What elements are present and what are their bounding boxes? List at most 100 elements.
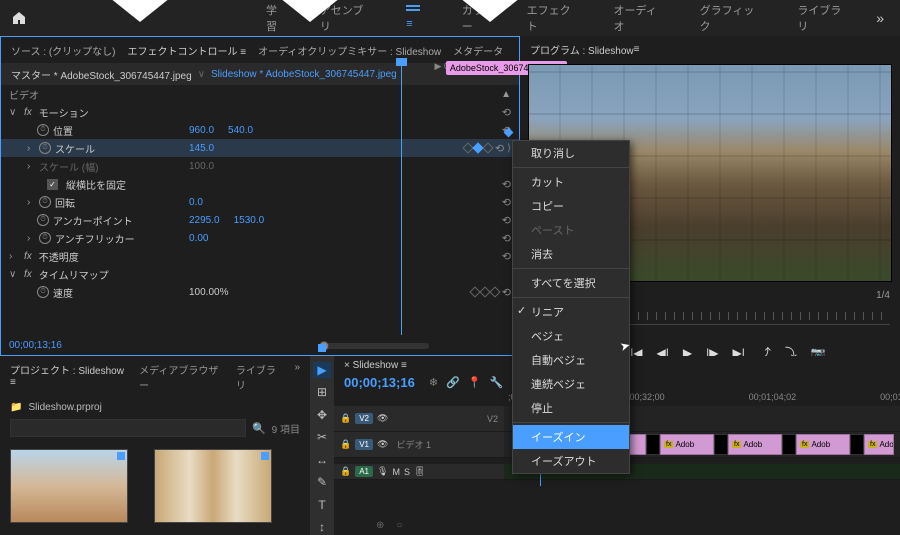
context-menu: 取り消しカットコピーペースト消去すべてを選択リニアベジェ自動ベジェ連続ベジェ停止…	[512, 140, 630, 474]
tab-library[interactable]: ライブラリ	[236, 362, 285, 392]
track-select-tool-icon[interactable]: ⊞	[313, 385, 331, 401]
master-clip-label: マスター * AdobeStock_306745447.jpeg	[11, 67, 192, 82]
timeline-clip[interactable]: fxAdob	[864, 434, 894, 455]
project-thumbnail[interactable]	[10, 449, 128, 523]
stopwatch-icon[interactable]: ⏱	[37, 286, 49, 298]
menu-item[interactable]: リニア	[513, 300, 629, 324]
slip-tool-icon[interactable]: ↔	[313, 452, 331, 468]
bin-icon[interactable]: 📁	[10, 402, 22, 413]
overflow-icon[interactable]: »	[868, 10, 892, 26]
tab-metadata[interactable]: メタデータ	[453, 43, 503, 58]
prop-uniform: 縦横比を固定	[66, 177, 126, 192]
timeline-clip[interactable]	[782, 434, 796, 455]
timeremap-group[interactable]: タイムリマップ	[39, 267, 109, 282]
tab-effect-controls[interactable]: エフェクトコントロール ≡	[128, 43, 247, 58]
ripple-tool-icon[interactable]: ✥	[313, 407, 331, 423]
menu-item[interactable]: ベジェ	[513, 324, 629, 348]
menu-item[interactable]: イーズイン	[513, 425, 629, 449]
pen-tool-icon[interactable]: ✎	[313, 475, 331, 491]
selection-tool-icon[interactable]: ▶	[313, 362, 331, 378]
anchor-y[interactable]: 1530.0	[234, 215, 265, 226]
workspace-editing[interactable]: ≡	[394, 0, 441, 38]
prop-scale-width: スケール (幅)	[39, 159, 98, 174]
sequence-name[interactable]: × Slideshow ≡	[344, 360, 407, 371]
hand-tool-icon[interactable]: ↕	[313, 520, 331, 535]
position-y[interactable]: 540.0	[228, 125, 253, 136]
timeline-clip[interactable]	[646, 434, 660, 455]
timeline-clip[interactable]: fxAdob	[796, 434, 850, 455]
stopwatch-icon[interactable]: ⏱	[39, 196, 51, 208]
menu-item[interactable]: イーズアウト	[513, 449, 629, 473]
menu-item[interactable]: 連続ベジェ	[513, 372, 629, 396]
prop-rotation: 回転	[55, 195, 75, 210]
snap-icon[interactable]: ❄	[429, 376, 438, 389]
prop-position: 位置	[53, 123, 73, 138]
prop-antiflicker: アンチフリッカー	[55, 231, 135, 246]
speed-value[interactable]: 100.00%	[189, 287, 228, 298]
effect-controls-panel: ソース : (クリップなし) エフェクトコントロール ≡ オーディオクリップミキ…	[0, 36, 520, 356]
anchor-x[interactable]: 2295.0	[189, 215, 220, 226]
tool-palette: ▶ ⊞ ✥ ✂ ↔ ✎ T ↕	[310, 356, 334, 535]
tab-audio-mixer[interactable]: オーディオクリップミキサー : Slideshow	[258, 43, 441, 58]
timeline-clip[interactable]: fxAdob	[728, 434, 782, 455]
search-icon[interactable]: 🔍	[252, 422, 266, 435]
project-thumbnail[interactable]	[154, 449, 272, 523]
workspace-tabs: 学習 アセンブリ ≡ カラー エフェクト オーディオ グラフィック ライブラリ	[254, 0, 864, 40]
marker-icon[interactable]: 📍	[468, 376, 482, 389]
menu-item[interactable]: 取り消し	[513, 141, 629, 165]
sequence-clip-label: Slideshow * AdobeStock_306745447.jpeg	[211, 69, 397, 80]
program-title: プログラム : Slideshow	[530, 42, 634, 57]
tab-source[interactable]: ソース : (クリップなし)	[11, 43, 116, 58]
timeline-clip[interactable]	[714, 434, 728, 455]
uniform-scale-checkbox[interactable]: ✓	[47, 179, 58, 190]
workspace-effects[interactable]: エフェクト	[515, 0, 594, 40]
zoom-slider[interactable]	[319, 343, 429, 349]
stopwatch-icon[interactable]: ⏱	[37, 214, 49, 226]
project-search-input[interactable]	[10, 419, 246, 437]
video-group: ビデオ	[9, 87, 189, 102]
project-panel: プロジェクト : Slideshow ≡ メディアブラウザー ライブラリ » 📁…	[0, 356, 310, 535]
workspace-graphics[interactable]: グラフィック	[688, 0, 778, 40]
razor-tool-icon[interactable]: ✂	[313, 430, 331, 446]
scale-value[interactable]: 145.0	[189, 143, 214, 154]
menu-item[interactable]: ペースト	[513, 218, 629, 242]
tab-project[interactable]: プロジェクト : Slideshow ≡	[10, 362, 129, 392]
tab-media-browser[interactable]: メディアブラウザー	[139, 362, 226, 392]
menu-item[interactable]: 自動ベジェ	[513, 348, 629, 372]
opacity-group[interactable]: 不透明度	[39, 249, 79, 264]
track-v1-toggle[interactable]: V1	[355, 439, 373, 450]
timeline-clip[interactable]: fxAdob	[660, 434, 714, 455]
timeline-timecode[interactable]: 00;00;13;16	[344, 375, 415, 390]
prop-scale: スケール	[55, 141, 95, 156]
menu-item[interactable]: コピー	[513, 194, 629, 218]
lock-icon[interactable]: 🔒	[340, 439, 351, 450]
stopwatch-icon[interactable]: ⏱	[39, 142, 51, 154]
type-tool-icon[interactable]: T	[313, 497, 331, 513]
track-a1-toggle[interactable]: A1	[355, 466, 373, 477]
workspace-audio[interactable]: オーディオ	[602, 0, 680, 40]
effect-timecode[interactable]: 00;00;13;16	[9, 340, 62, 351]
motion-group[interactable]: モーション	[39, 105, 89, 120]
resolution-fraction[interactable]: 1/4	[876, 290, 890, 301]
prop-anchor: アンカーポイント	[53, 213, 133, 228]
overflow-icon[interactable]: »	[294, 362, 300, 392]
linked-selection-icon[interactable]: 🔗	[446, 376, 460, 389]
lock-icon[interactable]: 🔒	[340, 413, 351, 424]
antiflicker-value[interactable]: 0.00	[189, 233, 208, 244]
track-v2-toggle[interactable]: V2	[355, 413, 373, 424]
lock-icon[interactable]: 🔒	[340, 466, 351, 477]
stopwatch-icon[interactable]: ⏱	[39, 232, 51, 244]
menu-item[interactable]: 消去	[513, 242, 629, 266]
menu-item[interactable]: すべてを選択	[513, 271, 629, 295]
prop-speed: 速度	[53, 285, 73, 300]
home-icon[interactable]	[8, 7, 30, 29]
settings-icon[interactable]: 🔧	[489, 376, 503, 389]
menu-item[interactable]: カット	[513, 170, 629, 194]
position-x[interactable]: 960.0	[189, 125, 214, 136]
workspace-library[interactable]: ライブラリ	[785, 0, 864, 40]
stopwatch-icon[interactable]: ⏱	[37, 124, 49, 136]
menu-item[interactable]: 停止	[513, 396, 629, 420]
rotation-value[interactable]: 0.0	[189, 197, 203, 208]
timeline-clip[interactable]	[850, 434, 864, 455]
project-filename: Slideshow.prproj	[28, 402, 101, 413]
